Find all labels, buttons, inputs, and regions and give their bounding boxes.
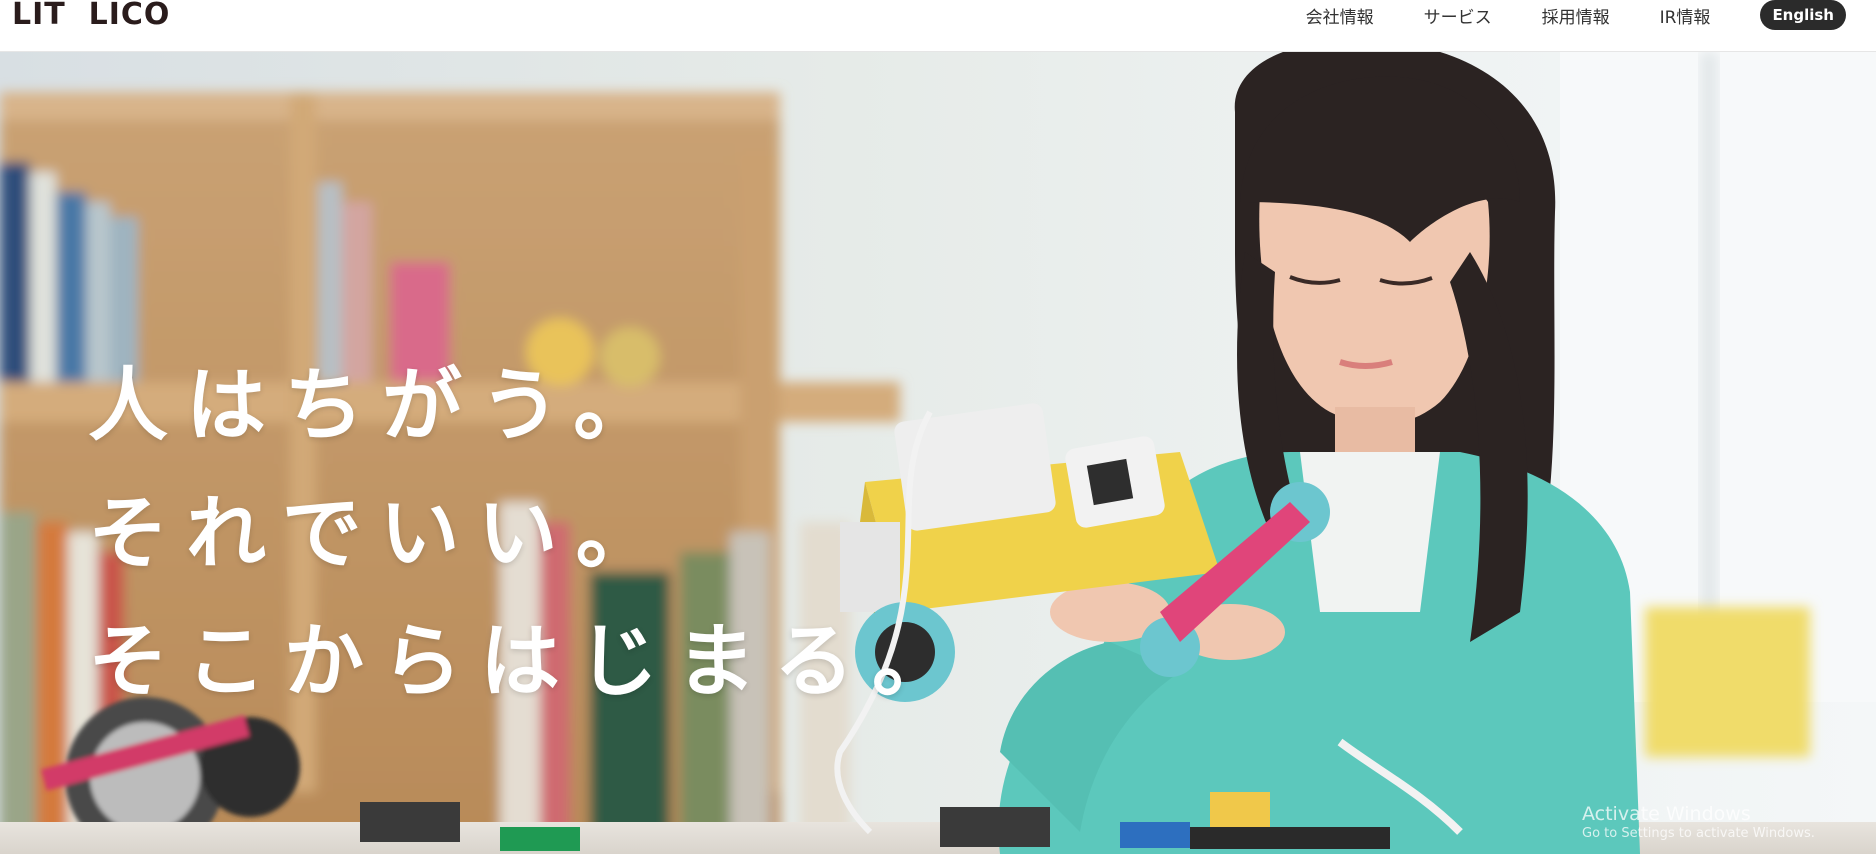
headline-line-2: それでいい。 bbox=[88, 487, 674, 580]
nav-ir-info[interactable]: IR情報 bbox=[1660, 3, 1711, 28]
hero-section: 人はちがう。 それでいい。 そこからはじまる。 bbox=[0, 52, 1876, 854]
headline-line-1: 人はちがう。 bbox=[88, 359, 672, 452]
english-language-button[interactable]: English bbox=[1760, 0, 1846, 30]
watermark-subtitle: Go to Settings to activate Windows. bbox=[1582, 826, 1815, 841]
watermark-title: Activate Windows bbox=[1582, 803, 1751, 825]
os-activation-watermark: Activate Windows Go to Settings to activ… bbox=[1582, 802, 1815, 842]
hero-headline: 人はちがう。 それでいい。 そこからはじまる。 bbox=[88, 342, 970, 726]
headline-line-3: そこからはじまる。 bbox=[88, 615, 970, 708]
nav-company-info[interactable]: 会社情報 bbox=[1306, 3, 1374, 28]
litalico-logo[interactable]: LIT LICO bbox=[12, 0, 170, 32]
nav-services[interactable]: サービス bbox=[1424, 3, 1492, 28]
site-header: LIT LICO 会社情報 サービス 採用情報 IR情報 English bbox=[0, 0, 1876, 52]
main-nav: 会社情報 サービス 採用情報 IR情報 English bbox=[1256, 0, 1846, 30]
nav-recruit[interactable]: 採用情報 bbox=[1542, 3, 1610, 28]
